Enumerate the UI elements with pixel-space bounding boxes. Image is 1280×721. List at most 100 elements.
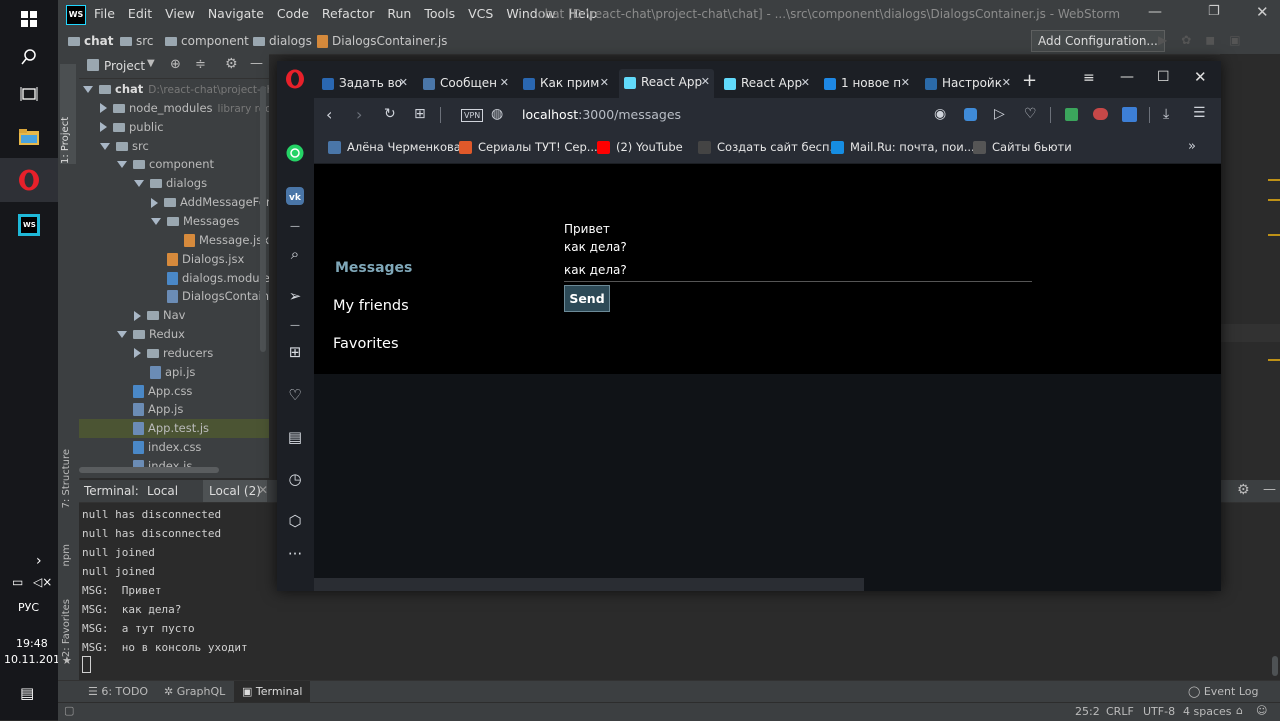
gear-icon[interactable]: ⚙ [225,56,238,72]
collapse-all-icon[interactable]: ≑ [195,57,206,72]
minimize-icon[interactable]: — [1120,69,1134,85]
adblock-icon[interactable] [964,108,977,121]
bookmark-item[interactable]: Mail.Ru: почта, пои... [831,140,975,154]
browser-tab[interactable]: Настройк ✕ [920,70,1015,96]
menu-view[interactable]: View [165,6,195,21]
task-view-icon[interactable] [14,79,44,109]
locate-file-icon[interactable]: ⊕ [170,57,181,72]
horizontal-scrollbar[interactable] [79,467,219,473]
breadcrumb-dialogs[interactable]: dialogs [253,34,312,48]
battery-icon[interactable]: ▭ [12,575,23,589]
tree-item[interactable]: dialogs [79,174,269,193]
more-icon[interactable]: ··· [285,544,305,564]
project-tool-tab[interactable]: 1: Project [60,64,76,164]
bookmark-item[interactable]: Сериалы ТУТ! Сер... [459,140,598,154]
tree-item[interactable]: App.test.js [79,419,269,439]
menu-tools[interactable]: Tools [424,6,455,21]
translate-icon[interactable] [1122,107,1137,122]
bookmark-item[interactable]: (2) YouTube [597,140,683,154]
tree-item[interactable]: DialogsContainer.js [79,287,269,306]
close-icon[interactable]: ✕ [1256,3,1269,21]
expand-arrow-icon[interactable] [100,103,107,114]
collapse-arrow-icon[interactable] [83,86,93,93]
npm-tool-tab[interactable]: npm [61,544,72,566]
tree-item[interactable]: api.js [79,363,269,382]
terminal-tab[interactable]: ▣ Terminal [234,681,311,703]
graphql-tab[interactable]: ✲ GraphQL [164,685,225,698]
globe-icon[interactable]: ◍ [491,106,503,122]
favorites-tool-tab[interactable]: 2: Favorites [61,599,72,657]
terminal-scrollbar[interactable] [1272,656,1278,676]
close-tab-icon[interactable]: ✕ [500,70,513,96]
opera-taskbar-icon[interactable] [14,165,44,195]
breadcrumb-component[interactable]: component [165,34,249,48]
whatsapp-icon[interactable] [285,144,305,164]
breadcrumb-src[interactable]: src [120,34,154,48]
toggle-tool-windows-icon[interactable]: ▢ [64,704,74,717]
heart-icon[interactable]: ♡ [1024,106,1037,122]
vk-icon[interactable]: vk [285,187,305,207]
chevron-right-icon[interactable]: › [36,553,42,569]
tree-item[interactable]: Messages [79,212,269,231]
tree-item[interactable]: App.js [79,400,269,419]
close-tab-icon[interactable]: ✕ [258,483,268,497]
caret-position[interactable]: 25:2 [1075,705,1100,718]
gear-icon[interactable]: ⚙ [1237,482,1250,498]
browser-tab[interactable]: Задать во ✕ [317,70,412,96]
horizontal-scrollbar[interactable] [314,578,864,591]
speed-dial-icon[interactable]: ⊞ [285,342,305,362]
tree-item[interactable]: Message.jsx [79,231,269,250]
chevron-down-icon[interactable]: ▼ [147,58,155,69]
star-icon[interactable]: ★ [62,654,72,667]
language-indicator[interactable]: РУС [18,601,39,614]
restore-icon[interactable]: ❐ [1208,4,1220,19]
tree-item[interactable]: public [79,118,269,137]
download-icon[interactable]: ⤓ [1163,106,1169,122]
snapshot-icon[interactable]: ◉ [934,106,946,122]
tree-item[interactable]: Nav [79,306,269,325]
lock-icon[interactable]: ⌂ [1236,704,1243,717]
tree-item[interactable]: chat D:\react-chat\project-chat [79,80,269,99]
terminal-tab-local[interactable]: Local [141,480,184,502]
url-field[interactable]: localhost:3000/messages [522,107,681,122]
file-explorer-icon[interactable] [14,122,44,152]
close-tab-icon[interactable]: ✕ [1002,70,1015,96]
collapse-arrow-icon[interactable] [100,142,110,150]
back-icon[interactable]: ‹ [326,105,332,124]
file-encoding[interactable]: UTF-8 [1143,705,1175,718]
breadcrumb-chat[interactable]: chat [68,34,114,48]
nav-link-messages[interactable]: Messages [335,260,412,276]
send-button[interactable]: Send [564,285,610,312]
close-tab-icon[interactable]: ✕ [801,70,814,96]
nav-link-my-friends[interactable]: My friends [333,298,409,314]
menu-code[interactable]: Code [277,6,309,21]
notifications-icon[interactable]: ▤ [20,684,34,702]
bookmark-item[interactable]: Алёна Черменкова [328,140,461,154]
close-tab-icon[interactable]: ✕ [901,70,914,96]
windows-start-icon[interactable] [14,4,44,34]
tree-item[interactable]: dialogs.module.css [79,269,269,288]
browser-tab[interactable]: React App ✕ [619,69,714,98]
menu-edit[interactable]: Edit [128,6,152,21]
search-icon[interactable] [14,42,44,72]
tree-item[interactable]: index.css [79,438,269,457]
breadcrumb-file[interactable]: DialogsContainer.js [317,34,447,48]
browser-tab[interactable]: 1 новое п ✕ [819,70,914,96]
indent-setting[interactable]: 4 spaces [1183,705,1232,718]
history-icon[interactable]: ◷ [285,469,305,489]
tree-item[interactable]: node_moduleslibrary root [79,99,269,118]
menu-refactor[interactable]: Refactor [322,6,374,21]
message-input[interactable] [564,259,1032,282]
tree-item[interactable]: App.css [79,382,269,401]
send-icon[interactable]: ➢ [285,286,305,306]
vpn-badge[interactable]: VPN [461,109,484,122]
tree-item[interactable]: AddMessageForm [79,193,269,212]
volume-muted-icon[interactable]: ◁× [33,575,52,589]
tree-item[interactable]: src [79,137,269,156]
extension-cube-icon[interactable] [1065,108,1078,121]
nav-link-favorites[interactable]: Favorites [333,336,399,352]
close-icon[interactable]: ✕ [1194,68,1207,86]
menu-file[interactable]: File [94,6,115,21]
todo-tab[interactable]: ☰ 6: TODO [88,685,148,698]
browser-tab[interactable]: Сообщен ✕ [418,70,513,96]
